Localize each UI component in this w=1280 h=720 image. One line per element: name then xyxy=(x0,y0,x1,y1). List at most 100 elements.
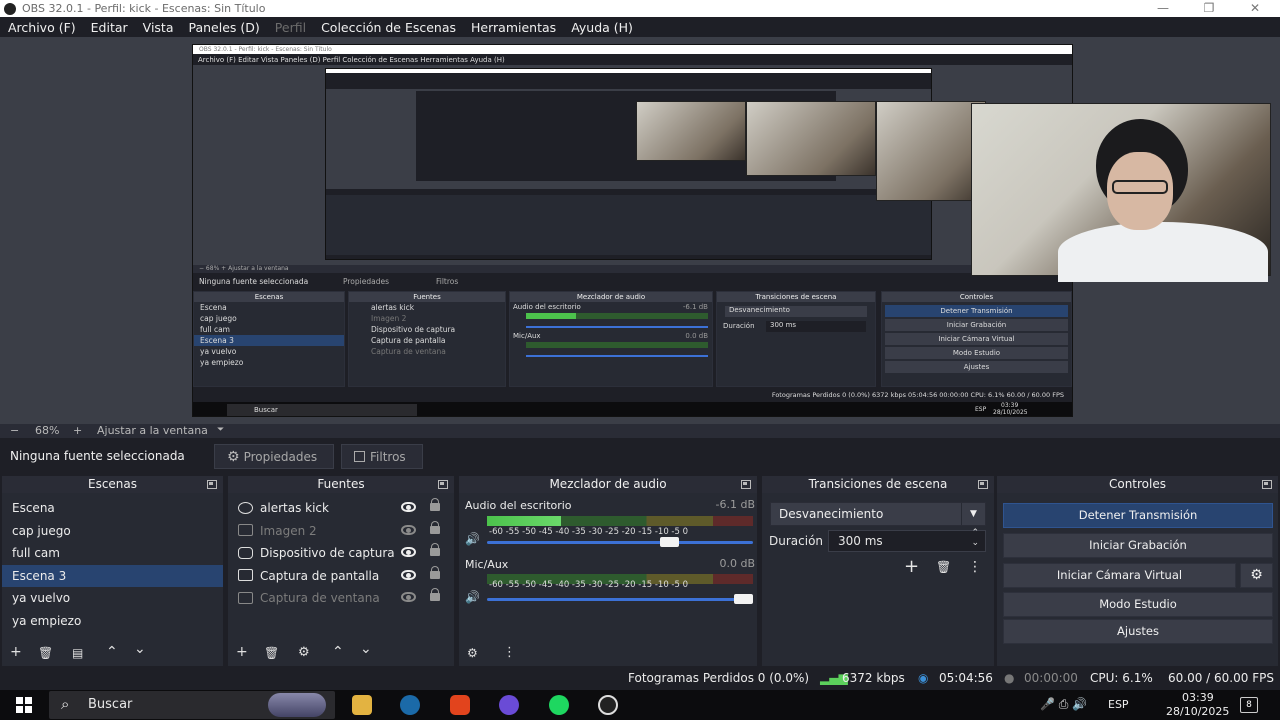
add-source-icon[interactable]: + xyxy=(236,644,248,660)
stop-streaming-button[interactable]: Detener Transmisión xyxy=(1003,503,1273,528)
move-down-icon[interactable]: ⌄ xyxy=(134,641,146,657)
zoom-out-button[interactable]: − xyxy=(10,424,19,437)
source-name: Dispositivo de captura xyxy=(260,546,395,560)
undock-icon[interactable] xyxy=(978,480,988,489)
volume-meter xyxy=(487,516,753,526)
transition-select[interactable]: Desvanecimiento ▼ xyxy=(770,502,986,526)
tray-icons[interactable]: 🎤 ⎙ 🔊 xyxy=(1040,697,1087,712)
nested-scenes-dock: Escenas Escena cap juego full cam Escena… xyxy=(193,291,345,387)
add-transition-icon[interactable]: + xyxy=(904,556,919,577)
trash-icon[interactable]: 🗑 xyxy=(264,646,279,660)
scene-filter-icon[interactable]: ▤ xyxy=(72,646,83,660)
source-item[interactable]: Dispositivo de captura xyxy=(228,542,454,565)
spin-arrows-icon[interactable]: ⌃ ⌄ xyxy=(971,528,979,548)
hidden-eye-icon[interactable] xyxy=(401,592,416,602)
minimize-button[interactable]: — xyxy=(1140,0,1186,17)
volume-slider[interactable] xyxy=(487,537,753,547)
close-button[interactable]: ✕ xyxy=(1232,0,1278,17)
scene-item[interactable]: ya empiezo xyxy=(2,610,223,633)
chevron-down-icon[interactable]: ▼ xyxy=(961,503,985,525)
scene-item[interactable]: full cam xyxy=(2,542,223,565)
nested-sources-header: Fuentes xyxy=(349,292,505,302)
lock-icon[interactable] xyxy=(430,565,440,579)
menu-herramientas[interactable]: Herramientas xyxy=(471,20,556,35)
volume-slider[interactable] xyxy=(487,594,753,604)
chevron-down-icon[interactable]: ⏷ xyxy=(217,425,224,435)
maximize-button[interactable]: ❐ xyxy=(1186,0,1232,17)
menu-vista[interactable]: Vista xyxy=(143,20,174,35)
brave-icon[interactable] xyxy=(450,695,470,715)
zoom-in-button[interactable]: + xyxy=(73,424,82,437)
scene-item[interactable]: ya vuelvo xyxy=(2,587,223,610)
speaker-icon[interactable]: 🔊 xyxy=(465,590,480,604)
properties-button[interactable]: ⚙ Propiedades xyxy=(214,444,334,469)
lock-icon[interactable] xyxy=(430,588,440,601)
hidden-eye-icon[interactable] xyxy=(401,524,416,535)
file-explorer-icon[interactable] xyxy=(352,695,372,715)
visibility-eye-icon[interactable] xyxy=(401,569,416,580)
filters-button[interactable]: Filtros xyxy=(341,444,423,469)
undock-icon[interactable] xyxy=(1262,480,1272,489)
trash-icon[interactable]: 🗑 xyxy=(936,560,951,574)
clock-date[interactable]: 28/10/2025 xyxy=(1166,705,1229,718)
discord-icon[interactable] xyxy=(499,695,519,715)
notification-icon[interactable]: 8 xyxy=(1240,697,1258,713)
fit-window-button[interactable]: Ajustar a la ventana xyxy=(97,424,208,437)
undock-icon[interactable] xyxy=(207,480,217,489)
visibility-eye-icon[interactable] xyxy=(401,547,416,557)
nested-sources-dock: Fuentes alertas kick Imagen 2 Dispositiv… xyxy=(348,291,506,387)
scene-item-selected[interactable]: Escena 3 xyxy=(2,564,223,587)
obs-taskbar-icon[interactable] xyxy=(598,695,618,715)
gear-icon[interactable]: ⚙ xyxy=(298,645,310,660)
source-item[interactable]: alertas kick xyxy=(228,497,454,520)
move-up-icon[interactable]: ⌃ xyxy=(106,644,118,660)
nested-ch1-slider xyxy=(526,326,708,328)
lock-icon[interactable] xyxy=(430,543,440,556)
source-item[interactable]: Captura de pantalla xyxy=(228,565,454,588)
preview-canvas[interactable]: OBS 32.0.1 - Perfil: kick - Escenas: Sin… xyxy=(0,37,1280,424)
menu-coleccion-escenas[interactable]: Colección de Escenas xyxy=(321,20,456,35)
taskbar-search[interactable]: ⌕ Buscar xyxy=(49,691,335,719)
undock-icon[interactable] xyxy=(438,480,448,489)
move-up-icon[interactable]: ⌃ xyxy=(332,644,344,660)
monitor-icon xyxy=(238,569,253,581)
source-item[interactable]: Imagen 2 xyxy=(228,520,454,543)
input-language[interactable]: ESP xyxy=(1108,698,1129,711)
slider-handle[interactable] xyxy=(659,537,679,547)
add-scene-icon[interactable]: + xyxy=(10,644,22,660)
menu-paneles[interactable]: Paneles (D) xyxy=(189,20,260,35)
speaker-icon[interactable]: 🔊 xyxy=(465,532,480,546)
window-icon xyxy=(238,591,253,604)
lock-icon[interactable] xyxy=(430,520,440,534)
lock-icon[interactable] xyxy=(430,498,440,511)
duration-spinbox[interactable]: 300 ms ⌃ ⌄ xyxy=(828,528,986,552)
advanced-audio-gear-icon[interactable]: ⚙ xyxy=(467,646,478,660)
windows-start-icon[interactable] xyxy=(16,697,32,713)
mixer-toolbar: ⚙ ⋮ xyxy=(459,640,757,666)
undock-icon[interactable] xyxy=(741,480,751,489)
settings-button[interactable]: Ajustes xyxy=(1003,619,1273,644)
menu-archivo[interactable]: Archivo (F) xyxy=(8,20,76,35)
menu-ayuda[interactable]: Ayuda (H) xyxy=(571,20,633,35)
scenes-list: Escena cap juego full cam Escena 3 ya vu… xyxy=(2,493,223,632)
virtual-camera-settings-gear-icon[interactable]: ⚙ xyxy=(1240,563,1273,588)
move-down-icon[interactable]: ⌄ xyxy=(360,641,372,657)
studio-mode-button[interactable]: Modo Estudio xyxy=(1003,592,1273,617)
spotify-icon[interactable] xyxy=(549,695,569,715)
start-recording-button[interactable]: Iniciar Grabación xyxy=(1003,533,1273,558)
steam-icon[interactable] xyxy=(400,695,420,715)
visibility-eye-icon[interactable] xyxy=(401,502,416,512)
more-options-icon[interactable]: ⋮ xyxy=(503,645,516,660)
scene-item[interactable]: cap juego xyxy=(2,520,223,543)
trash-icon[interactable]: 🗑 xyxy=(38,646,53,660)
source-item[interactable]: Captura de ventana xyxy=(228,587,454,610)
clock-time[interactable]: 03:39 xyxy=(1182,691,1214,704)
menu-editar[interactable]: Editar xyxy=(91,20,128,35)
slider-handle[interactable] xyxy=(734,594,753,604)
start-virtual-camera-button[interactable]: Iniciar Cámara Virtual xyxy=(1003,563,1236,588)
channel-mic-aux: Mic/Aux 0.0 dB -60 -55 -50 -45 -40 -35 -… xyxy=(465,557,755,609)
menu-perfil[interactable]: Perfil xyxy=(275,20,306,35)
scene-item[interactable]: Escena xyxy=(2,497,223,520)
nested-no-source: Ninguna fuente seleccionada xyxy=(199,277,309,286)
more-options-icon[interactable]: ⋮ xyxy=(968,559,982,575)
